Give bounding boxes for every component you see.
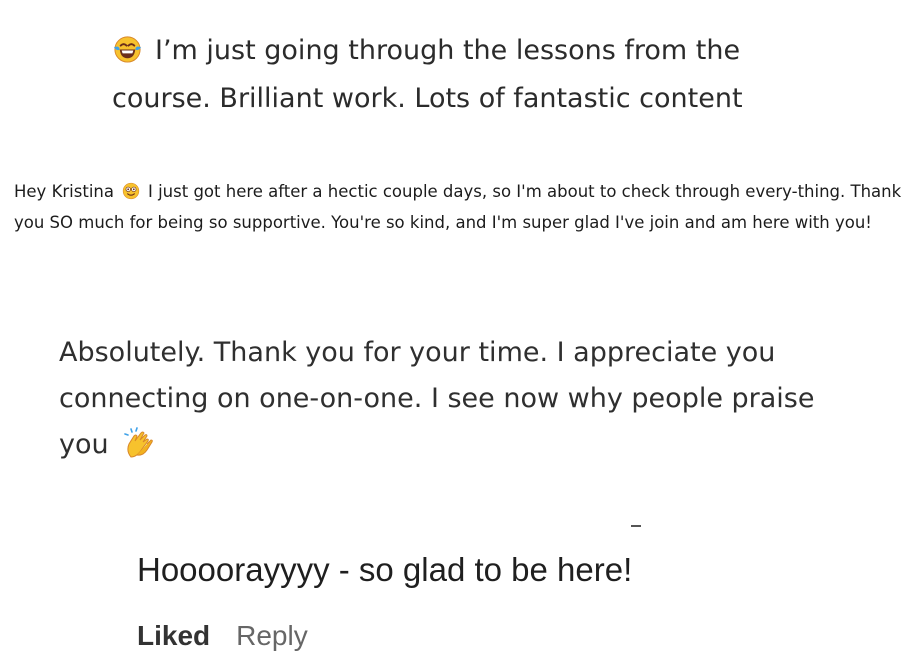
message-1-text: I’m just going through the lessons from … bbox=[112, 35, 743, 114]
liked-button[interactable]: Liked bbox=[137, 616, 210, 656]
message-3: Absolutely. Thank you for your time. I a… bbox=[59, 330, 859, 468]
comment-actions: Liked Reply bbox=[137, 616, 308, 656]
reply-button[interactable]: Reply bbox=[236, 616, 308, 656]
clapping-hands-icon bbox=[123, 427, 153, 458]
message-3-text: Absolutely. Thank you for your time. I a… bbox=[59, 337, 815, 460]
message-2-body: I just got here after a hectic couple da… bbox=[14, 182, 902, 232]
message-1: I’m just going through the lessons from … bbox=[112, 27, 812, 123]
message-4-text: Hoooorayyyy - so glad to be here! bbox=[137, 551, 633, 588]
dizzy-smile-icon bbox=[122, 182, 140, 200]
message-4: Hoooorayyyy - so glad to be here! bbox=[137, 546, 632, 594]
divider-mark bbox=[631, 525, 641, 527]
laughing-face-icon bbox=[113, 36, 142, 63]
message-2-greeting: Hey Kristina bbox=[14, 182, 114, 201]
message-2: Hey Kristina I just got here after a hec… bbox=[14, 176, 909, 238]
